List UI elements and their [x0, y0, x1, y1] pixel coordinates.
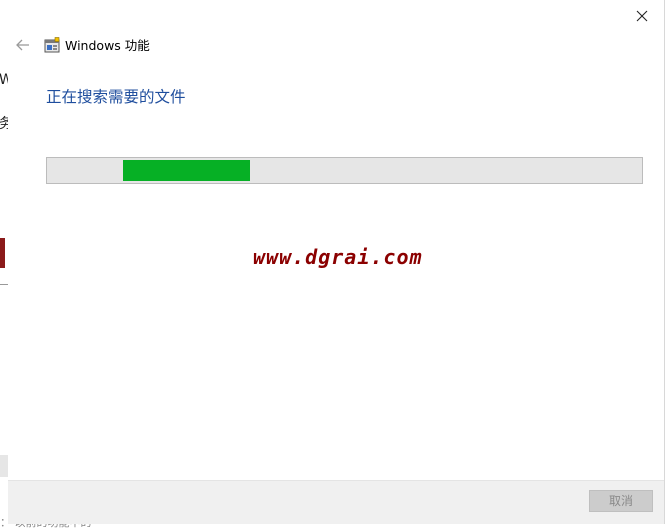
back-arrow-icon	[16, 39, 29, 51]
progress-bar-fill	[123, 160, 251, 181]
background-window: W 务	[0, 0, 8, 529]
watermark-text: www.dgrai.com	[253, 245, 423, 269]
background-window-divider	[0, 284, 8, 285]
progress-bar	[46, 157, 643, 184]
background-window-panel	[0, 455, 8, 477]
close-button[interactable]	[620, 0, 664, 32]
status-heading: 正在搜索需要的文件	[46, 88, 186, 106]
dialog-footer: 取消	[8, 480, 664, 524]
windows-features-icon	[44, 37, 60, 53]
cancel-button[interactable]: 取消	[589, 490, 653, 512]
background-window-char: 务	[0, 116, 8, 132]
windows-features-dialog: Windows 功能 正在搜索需要的文件 www.dgrai.com 取消	[8, 0, 665, 524]
back-button[interactable]	[12, 34, 34, 56]
window-title: Windows 功能	[65, 38, 150, 53]
background-window-char: W	[0, 72, 8, 88]
close-icon	[636, 10, 648, 22]
background-window-graphic	[0, 238, 5, 268]
